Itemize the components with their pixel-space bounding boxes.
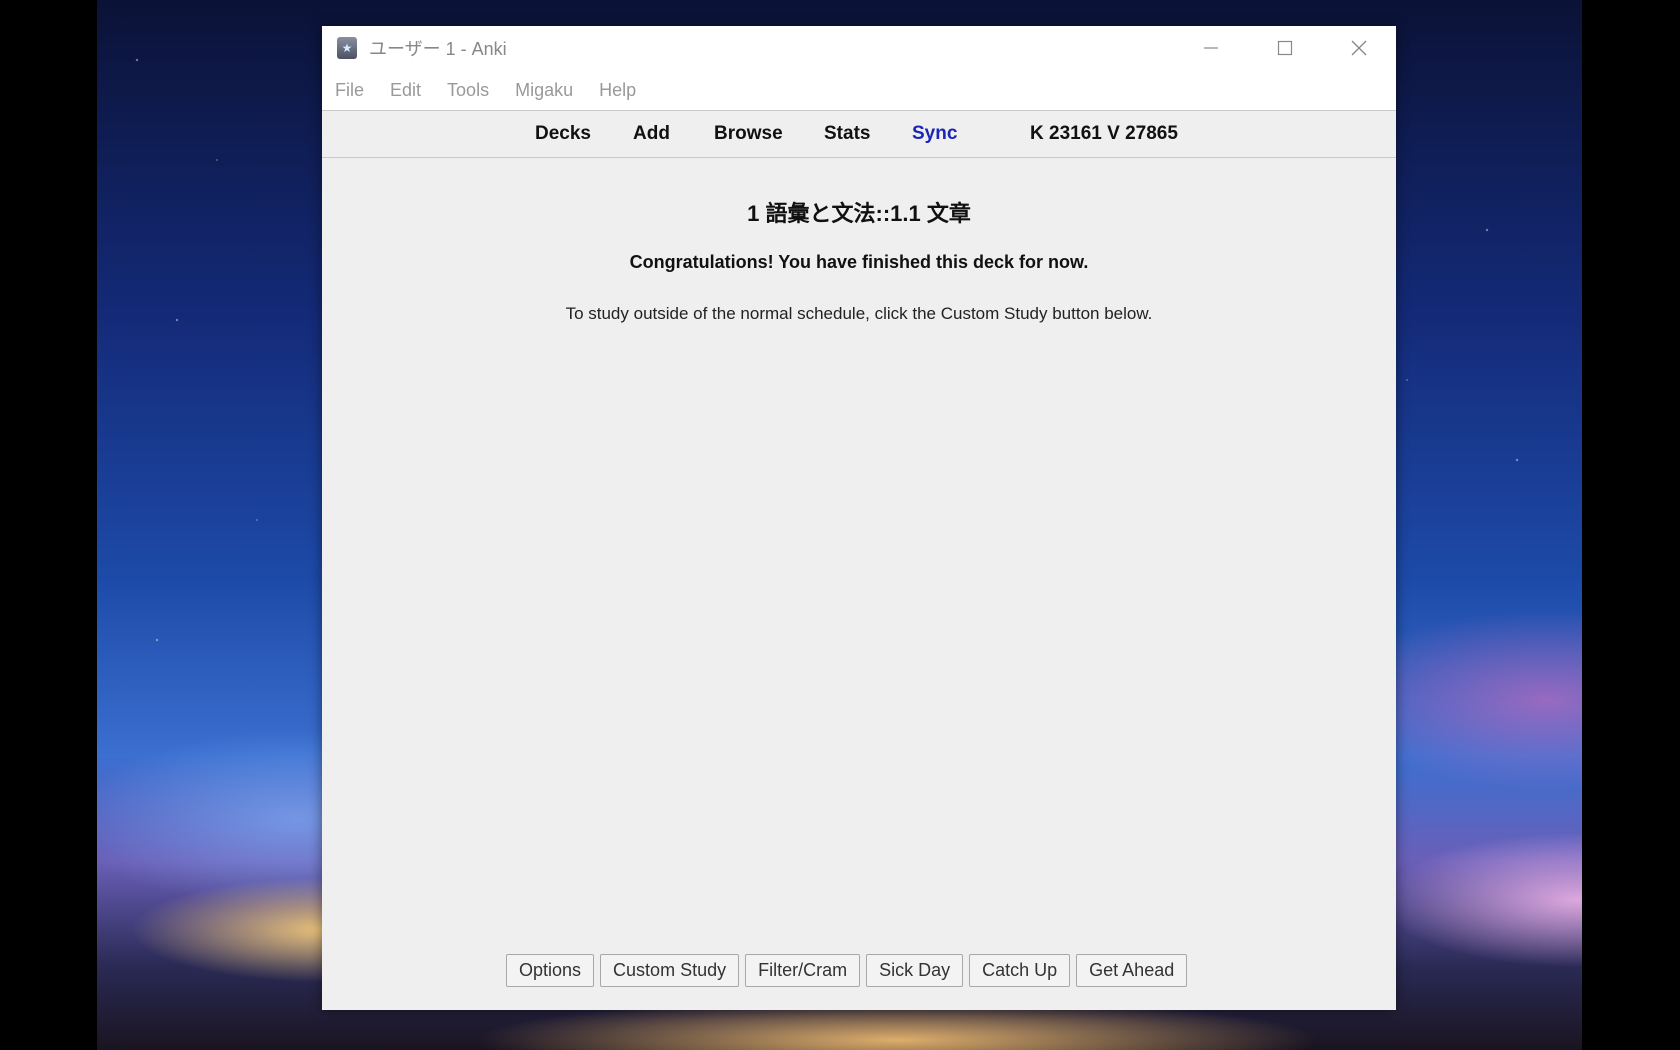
filter-cram-button[interactable]: Filter/Cram (745, 954, 861, 987)
deck-title: 1 語彙と文法::1.1 文章 (747, 201, 971, 226)
window-title: ユーザー 1 - Anki (369, 39, 507, 59)
menu-tools[interactable]: Tools (447, 80, 489, 101)
congrats-message: Congratulations! You have finished this … (629, 252, 1089, 272)
toolbar-browse-link[interactable]: Browse (714, 123, 783, 145)
anki-star-icon: ★ (337, 37, 357, 59)
close-button[interactable] (1322, 26, 1396, 70)
main-toolbar: Decks Add Browse Stats Sync K 23161 V 27… (322, 110, 1396, 158)
toolbar-sync-link[interactable]: Sync (912, 123, 957, 145)
title-bar[interactable]: ★ ユーザー 1 - Anki (322, 26, 1396, 70)
bottom-button-bar: Options Custom Study Filter/Cram Sick Da… (506, 954, 1188, 987)
menu-migaku[interactable]: Migaku (515, 80, 573, 101)
maximize-button[interactable] (1248, 26, 1322, 70)
custom-study-button[interactable]: Custom Study (600, 954, 740, 987)
sick-day-button[interactable]: Sick Day (866, 954, 964, 987)
get-ahead-button[interactable]: Get Ahead (1076, 954, 1188, 987)
menu-bar: File Edit Tools Migaku Help (322, 70, 1396, 110)
custom-study-hint: To study outside of the normal schedule,… (565, 304, 1153, 323)
maximize-icon (1277, 40, 1293, 56)
menu-help[interactable]: Help (599, 80, 636, 101)
toolbar-counter: K 23161 V 27865 (1030, 123, 1178, 144)
menu-edit[interactable]: Edit (390, 80, 421, 101)
overview-content: 1 語彙と文法::1.1 文章 Congratulations! You hav… (322, 158, 1396, 1010)
menu-file[interactable]: File (335, 80, 364, 101)
toolbar-add-link[interactable]: Add (633, 123, 670, 145)
minimize-button[interactable] (1174, 26, 1248, 70)
toolbar-stats-link[interactable]: Stats (824, 123, 870, 145)
close-icon (1351, 40, 1367, 56)
catch-up-button[interactable]: Catch Up (969, 954, 1071, 987)
toolbar-decks-link[interactable]: Decks (535, 123, 591, 145)
options-button[interactable]: Options (506, 954, 595, 987)
window-controls (1174, 26, 1396, 70)
anki-window: ★ ユーザー 1 - Anki File Edit Tools Migaku H… (322, 26, 1396, 1010)
minimize-icon (1204, 47, 1218, 49)
